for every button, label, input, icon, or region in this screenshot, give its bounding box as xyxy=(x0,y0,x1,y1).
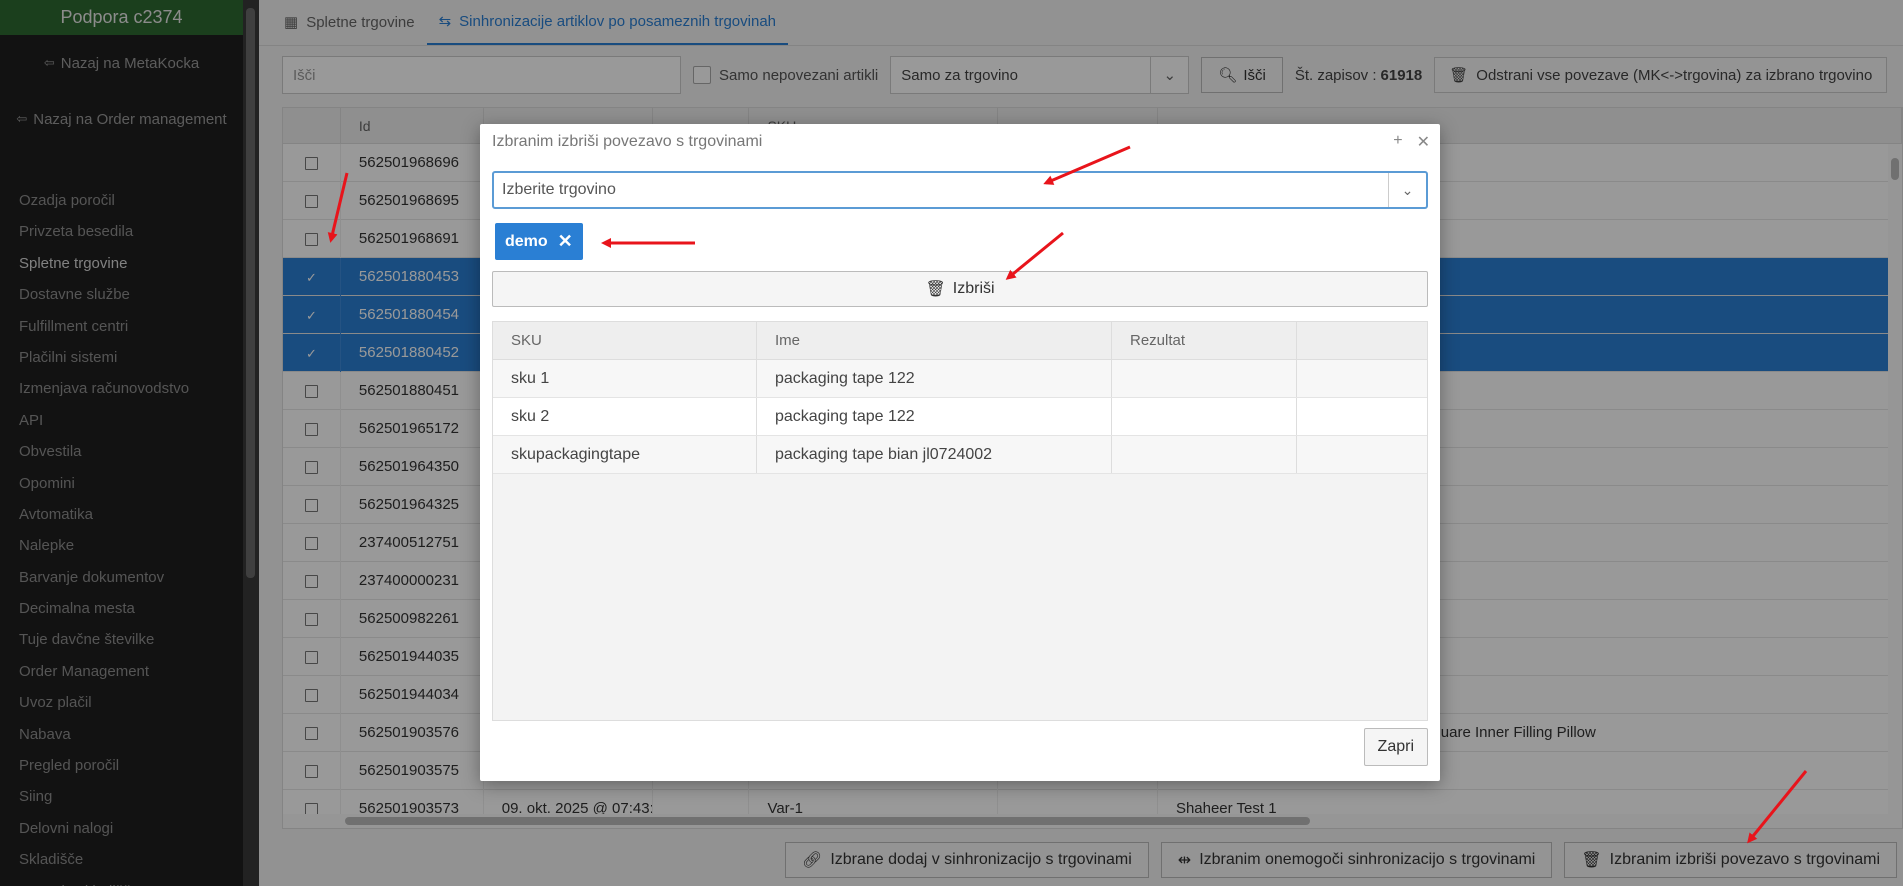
result-cell-result xyxy=(1112,398,1297,435)
result-cell-sku: sku 1 xyxy=(493,360,757,397)
result-table: SKU Ime Rezultat sku 1 packaging tape 122… xyxy=(492,321,1428,721)
result-row[interactable]: skupackagingtape packaging tape bian jl07… xyxy=(493,436,1427,474)
result-cell-empty xyxy=(1297,398,1427,435)
store-select-input[interactable]: Izberite trgovino xyxy=(494,181,1388,199)
header-empty xyxy=(1297,322,1427,359)
store-select-combo[interactable]: Izberite trgovino ⌄ xyxy=(492,171,1428,209)
result-cell-empty xyxy=(1297,436,1427,473)
maximize-icon[interactable]: + xyxy=(1393,132,1402,152)
delete-button[interactable]: 🗑︎ Izbriši xyxy=(492,271,1428,307)
result-cell-result xyxy=(1112,436,1297,473)
result-cell-name: packaging tape 122 xyxy=(757,398,1112,435)
result-row[interactable]: sku 2 packaging tape 122 xyxy=(493,398,1427,436)
remove-tag-icon[interactable]: ✕ xyxy=(558,231,573,252)
result-cell-name: packaging tape 122 xyxy=(757,360,1112,397)
result-cell-name: packaging tape bian jl0724002 xyxy=(757,436,1112,473)
result-cell-empty xyxy=(1297,360,1427,397)
dialog-title: Izbranim izbriši povezavo s trgovinami xyxy=(492,133,763,150)
result-cell-sku: skupackagingtape xyxy=(493,436,757,473)
header-rezultat[interactable]: Rezultat xyxy=(1112,322,1297,359)
dialog-window-controls: + ✕ xyxy=(1393,132,1430,152)
chevron-down-icon[interactable]: ⌄ xyxy=(1388,173,1426,207)
result-cell-result xyxy=(1112,360,1297,397)
trash-icon: 🗑︎ xyxy=(925,281,946,298)
result-table-header: SKU Ime Rezultat xyxy=(493,322,1427,360)
result-row[interactable]: sku 1 packaging tape 122 xyxy=(493,360,1427,398)
close-icon[interactable]: ✕ xyxy=(1417,132,1430,152)
header-sku[interactable]: SKU xyxy=(493,322,757,359)
selected-store-tag: demo ✕ xyxy=(495,223,583,260)
header-ime[interactable]: Ime xyxy=(757,322,1112,359)
delete-link-dialog: Izbranim izbriši povezavo s trgovinami +… xyxy=(480,124,1440,781)
close-button[interactable]: Zapri xyxy=(1363,728,1428,766)
result-cell-sku: sku 2 xyxy=(493,398,757,435)
result-table-body: sku 1 packaging tape 122 sku 2 packaging ta… xyxy=(493,360,1427,474)
